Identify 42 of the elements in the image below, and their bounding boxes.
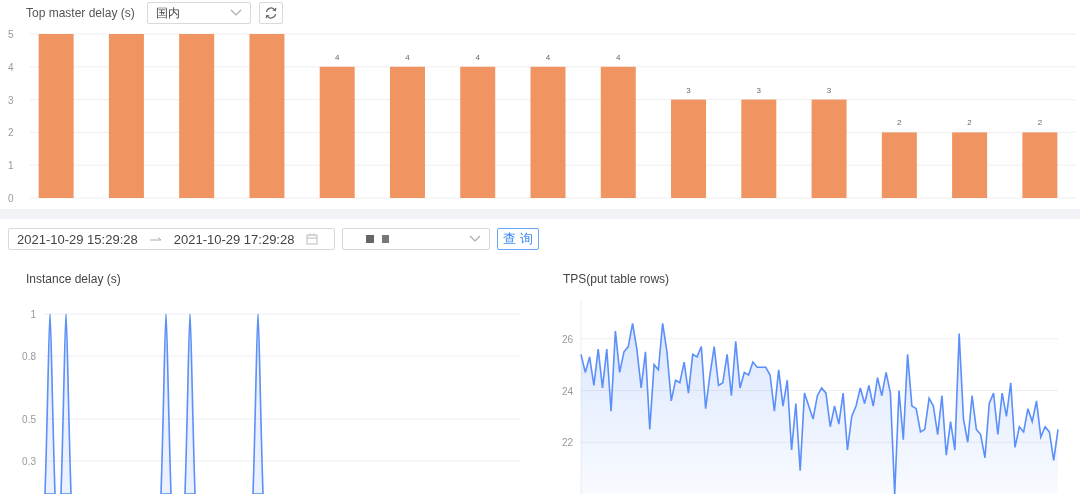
bar — [1022, 132, 1058, 198]
axis-tick-label: 4 — [8, 61, 14, 73]
data-label: 3 — [756, 85, 762, 95]
axis-tick-label: 1 — [8, 160, 14, 172]
data-label: 3 — [826, 85, 832, 95]
refresh-icon — [263, 6, 278, 20]
axis-tick-label: 22 — [561, 437, 573, 449]
bar — [952, 132, 988, 198]
data-label: 2 — [897, 118, 902, 128]
data-label: 2 — [1037, 118, 1043, 128]
data-label: 4 — [616, 52, 621, 62]
data-label: 2 — [967, 118, 972, 128]
axis-tick-label: 0.5 — [22, 414, 36, 425]
axis-tick-label: 26 — [561, 333, 573, 345]
axis-tick-label: 2 — [8, 127, 14, 139]
axis-tick-label: 3 — [8, 94, 14, 106]
start-time: 2021-10-29 15:29:28 — [17, 231, 138, 247]
caret-icon — [469, 235, 481, 243]
refresh-button[interactable] — [258, 2, 283, 24]
axis-tick-label: 24 — [561, 385, 573, 397]
redacted-drawing — [366, 235, 389, 243]
chart-title: Top master delay (s) — [26, 6, 135, 20]
region-select[interactable]: 国内 — [146, 2, 251, 24]
chart-title: TPS(put table rows) — [563, 272, 670, 288]
chart-title: Instance delay (s) — [26, 272, 121, 288]
data-label: 4 — [475, 52, 480, 62]
data-label: 4 — [405, 52, 410, 62]
axis-tick-label: 1 — [30, 309, 36, 320]
calendar-icon — [306, 233, 319, 245]
axis-tick-label: 5 — [8, 29, 14, 40]
data-label: 3 — [686, 85, 691, 95]
date-range-picker[interactable]: 2021-10-29 15:29:28 2021-10-29 17:29:28 — [8, 228, 335, 250]
caret-icon — [229, 9, 242, 17]
axis-tick-label: 0 — [8, 193, 14, 204]
data-label: 4 — [545, 52, 551, 62]
axis-tick-label: 0.8 — [22, 351, 36, 362]
bar — [881, 132, 917, 198]
instance-select[interactable] — [342, 228, 490, 250]
query-button[interactable]: 查 询 — [497, 228, 539, 250]
end-time: 2021-10-29 17:29:28 — [173, 231, 295, 247]
data-label: 4 — [334, 52, 340, 62]
axis-tick-label: 0.3 — [22, 456, 36, 467]
